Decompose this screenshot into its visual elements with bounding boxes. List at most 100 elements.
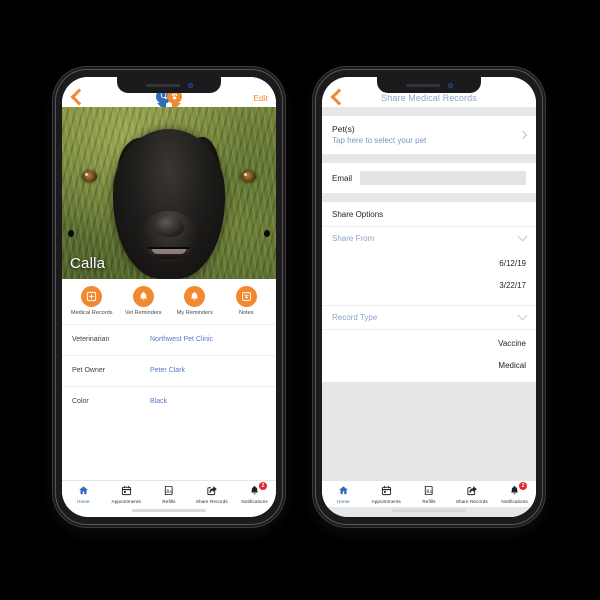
- phone-device-right: Share Medical Records Pet(s) Tap here to…: [313, 67, 545, 527]
- tab-label: Appointments: [111, 498, 141, 504]
- info-value: Peter Clark: [150, 367, 186, 375]
- front-camera-icon: [187, 82, 193, 88]
- email-label: Email: [332, 173, 353, 183]
- pet-photo: Calla: [62, 107, 276, 279]
- info-row-pet-owner[interactable]: Pet Owner Peter Clark: [62, 354, 276, 386]
- pets-subtitle: Tap here to select your pet: [332, 136, 427, 145]
- dog-nose: [154, 217, 184, 237]
- home-indicator: [132, 508, 206, 512]
- svg-text:Rx: Rx: [167, 489, 173, 495]
- pets-card: Pet(s) Tap here to select your pet: [322, 116, 536, 154]
- quick-action-notes[interactable]: Notes: [222, 286, 270, 318]
- share-form: Pet(s) Tap here to select your pet Email…: [322, 107, 536, 517]
- quick-action-vet-reminders[interactable]: Vet Reminders: [119, 286, 167, 318]
- notifications-badge: 2: [258, 482, 267, 491]
- dog-nostril-right: [68, 230, 74, 237]
- record-type-label: Record Type: [332, 313, 378, 322]
- share-options-card: Share Options Share From 6/12/19 3/22/17…: [322, 202, 536, 382]
- page-title: Share Medical Records: [381, 93, 477, 103]
- tab-label: Home: [337, 498, 350, 504]
- home-indicator: [392, 508, 466, 512]
- dog-eye-right: [82, 171, 97, 182]
- tab-home[interactable]: Home: [62, 484, 105, 504]
- tab-home[interactable]: Home: [322, 484, 365, 504]
- phone-device-left: Edit Calla Medical Records Vet Reminders…: [53, 67, 285, 527]
- email-field[interactable]: [360, 171, 526, 185]
- info-row-veterinarian[interactable]: Veterinarian Northwest Pet Clinic: [62, 323, 276, 355]
- record-type-select[interactable]: Record Type: [322, 306, 536, 329]
- tab-label: Refills: [162, 498, 176, 504]
- pet-selector-row[interactable]: Pet(s) Tap here to select your pet: [322, 116, 536, 154]
- quick-action-label: My Reminders: [176, 310, 213, 316]
- calendar-icon: [381, 484, 392, 497]
- chevron-down-icon: [517, 310, 528, 321]
- tabbar-right: Home Appointments Rx Refills Share Recor…: [322, 480, 536, 507]
- notifications-badge: 2: [518, 482, 527, 491]
- home-icon: [78, 484, 89, 497]
- device-notch-right: [377, 77, 481, 93]
- share-from-label: Share From: [332, 234, 375, 243]
- email-row: Email: [322, 163, 536, 193]
- record-type-option-2[interactable]: Medical: [322, 354, 536, 376]
- notes-paw-icon: [235, 286, 257, 307]
- tab-appointments[interactable]: Appointments: [105, 484, 148, 504]
- tab-refills[interactable]: Rx Refills: [148, 484, 191, 504]
- quick-action-label: Medical Records: [70, 310, 113, 316]
- pets-title: Pet(s): [332, 124, 355, 134]
- tab-label: Notifications: [241, 498, 268, 504]
- prescription-icon: Rx: [163, 484, 174, 497]
- share-from-select[interactable]: Share From: [322, 226, 536, 250]
- pet-name-label: Calla: [70, 255, 106, 272]
- info-value: Black: [150, 398, 168, 406]
- bell-icon: [184, 286, 206, 307]
- earpiece-speaker: [405, 83, 440, 87]
- calendar-icon: [121, 484, 132, 497]
- date-option-1[interactable]: 6/12/19: [322, 250, 536, 274]
- tabbar-left: Home Appointments Rx Refills Share Recor…: [62, 480, 276, 507]
- info-row-color[interactable]: Color Black: [62, 385, 276, 417]
- tab-label: Share Records: [455, 498, 488, 504]
- tab-share-records[interactable]: Share Records: [190, 484, 233, 504]
- earpiece-speaker: [145, 83, 180, 87]
- bell-icon: [132, 286, 154, 307]
- share-icon: [466, 484, 478, 497]
- tab-appointments[interactable]: Appointments: [365, 484, 408, 504]
- date-option-2[interactable]: 3/22/17: [322, 274, 536, 296]
- info-label: Pet Owner: [72, 367, 106, 375]
- share-options-heading: Share Options: [332, 210, 384, 219]
- tab-notifications[interactable]: 2 Notifications: [493, 482, 536, 504]
- info-value: Northwest Pet Clinic: [150, 336, 214, 344]
- front-camera-icon: [447, 82, 453, 88]
- quick-action-label: Notes: [238, 310, 254, 316]
- share-icon: [206, 484, 218, 497]
- edit-button[interactable]: Edit: [253, 93, 268, 103]
- back-chevron-icon[interactable]: [70, 89, 84, 103]
- tab-label: Refills: [422, 498, 436, 504]
- screenshot-canvas: Edit Calla Medical Records Vet Reminders…: [0, 0, 600, 600]
- quick-action-label: Vet Reminders: [124, 310, 162, 316]
- prescription-icon: Rx: [423, 484, 434, 497]
- tab-share-records[interactable]: Share Records: [450, 484, 493, 504]
- info-label: Veterinarian: [72, 336, 110, 344]
- device-notch-left: [117, 77, 221, 93]
- tab-label: Share Records: [195, 498, 228, 504]
- tab-refills[interactable]: Rx Refills: [408, 484, 451, 504]
- dog-nostril-left: [264, 230, 270, 237]
- chevron-down-icon: [517, 231, 528, 242]
- quick-actions-row: Medical Records Vet Reminders My Reminde…: [62, 279, 276, 324]
- tab-notifications[interactable]: 2 Notifications: [233, 482, 276, 504]
- svg-text:Rx: Rx: [427, 489, 433, 495]
- tab-label: Notifications: [501, 498, 528, 504]
- record-type-option-1[interactable]: Vaccine: [322, 330, 536, 354]
- home-icon: [338, 484, 349, 497]
- quick-action-my-reminders[interactable]: My Reminders: [171, 286, 219, 318]
- screen-right: Share Medical Records Pet(s) Tap here to…: [322, 77, 536, 517]
- screen-left: Edit Calla Medical Records Vet Reminders…: [62, 77, 276, 517]
- dog-mouth: [148, 247, 190, 259]
- tab-label: Home: [77, 498, 90, 504]
- quick-action-medical-records[interactable]: Medical Records: [68, 286, 116, 318]
- email-card: Email: [322, 163, 536, 193]
